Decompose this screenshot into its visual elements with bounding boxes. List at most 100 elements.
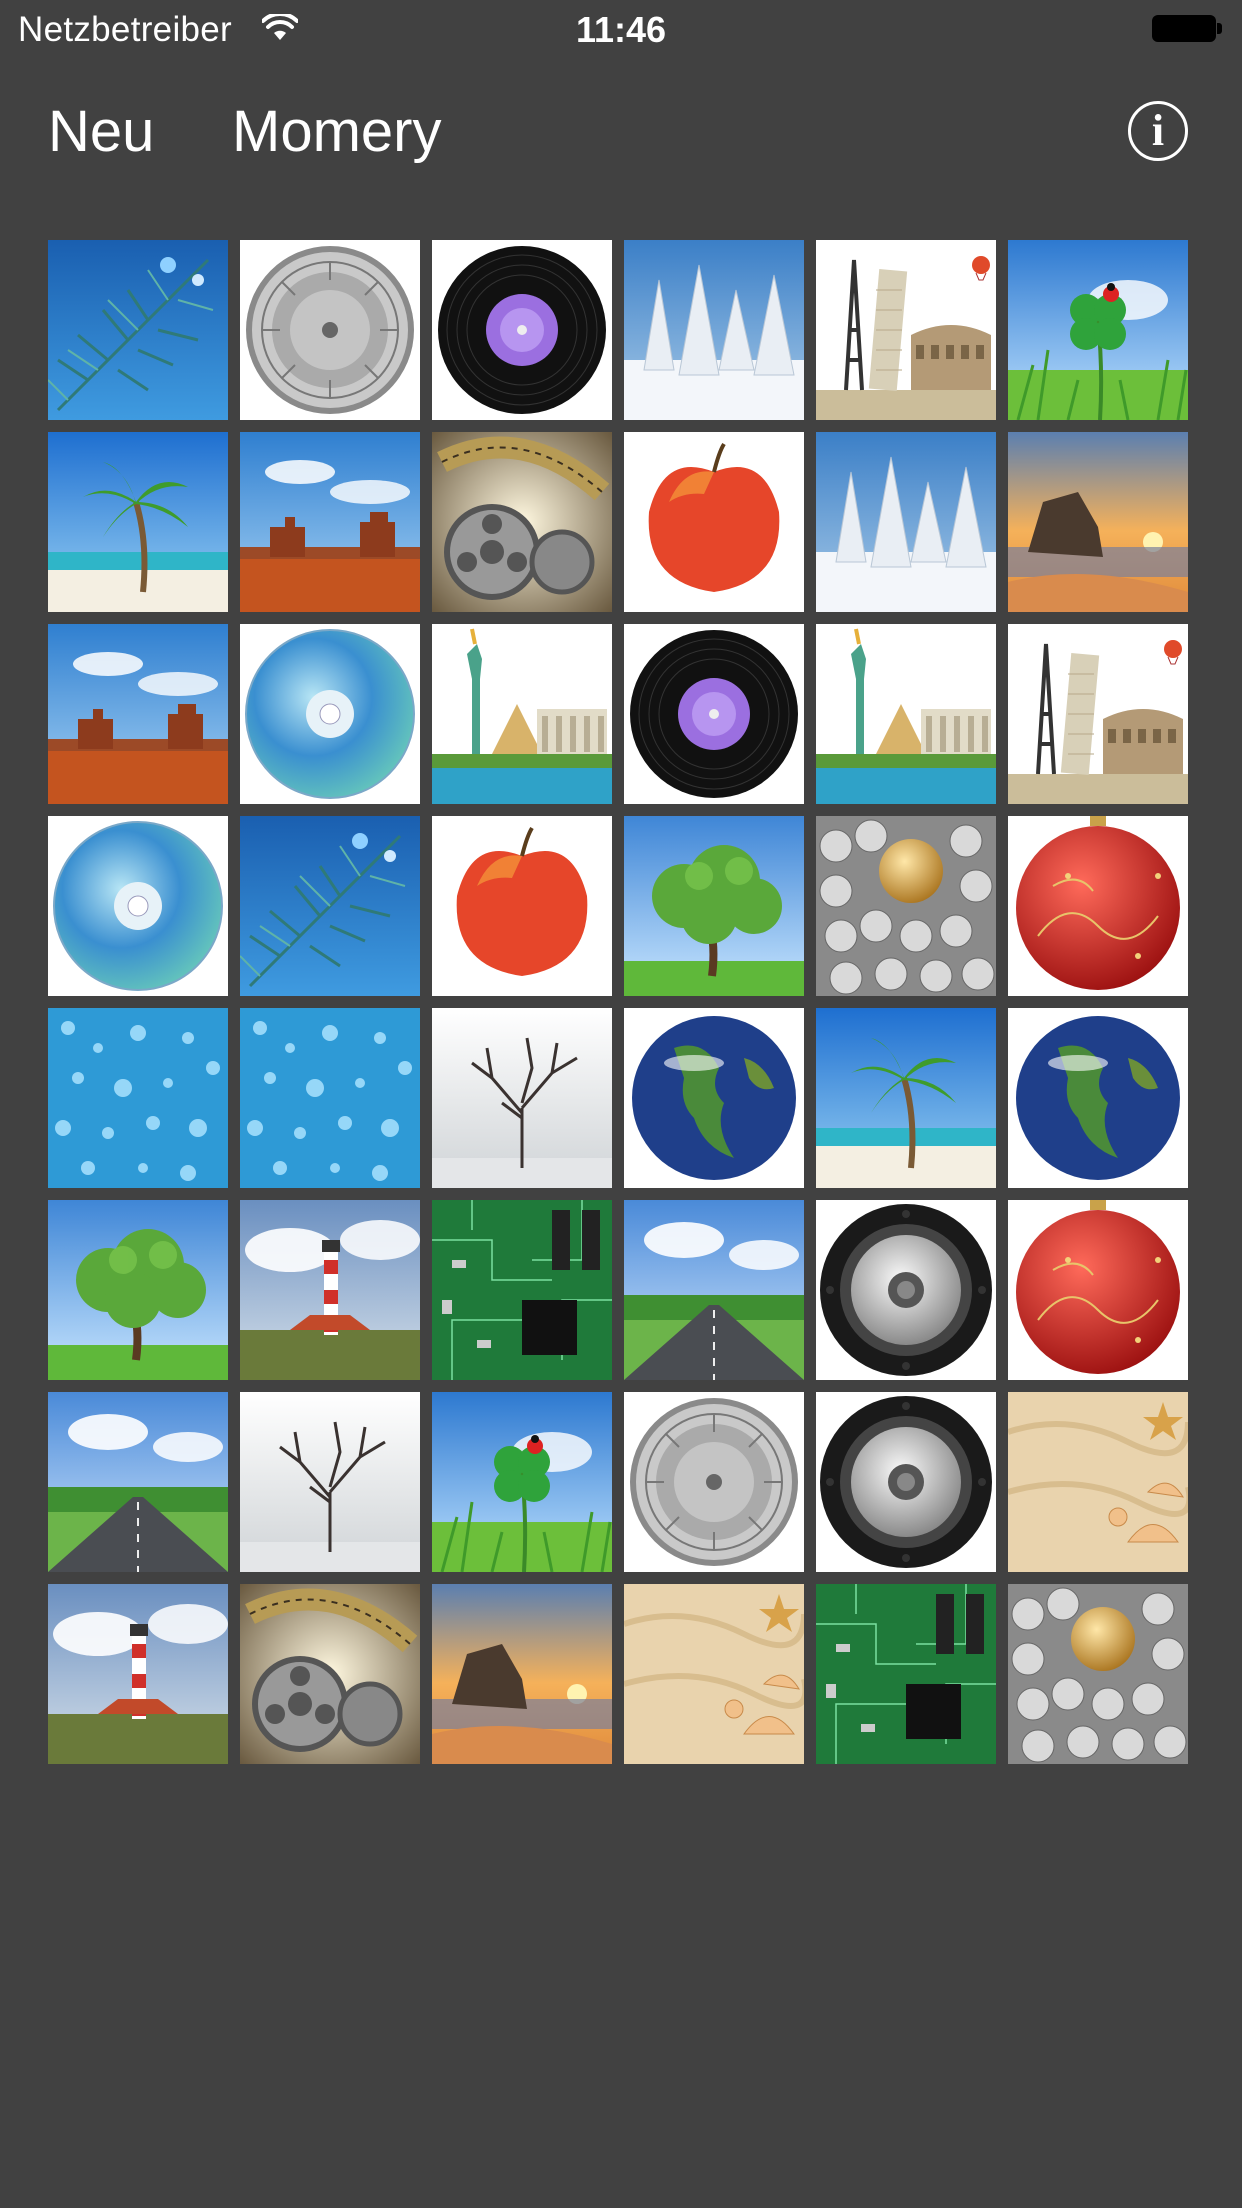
liberty-landmarks-icon	[816, 624, 996, 804]
memory-card[interactable]	[1008, 624, 1188, 804]
speaker-icon	[816, 1200, 996, 1380]
liberty-landmarks-icon	[432, 624, 612, 804]
film-reel-icon	[240, 1584, 420, 1764]
bare-winter-tree-icon	[432, 1008, 612, 1188]
red-apple-icon	[432, 816, 612, 996]
memory-card[interactable]	[816, 240, 996, 420]
sunset-coast-icon	[1008, 432, 1188, 612]
memory-card[interactable]	[48, 240, 228, 420]
memory-card[interactable]	[48, 1392, 228, 1572]
compact-disc-icon	[240, 624, 420, 804]
new-game-button[interactable]: Neu	[48, 98, 154, 165]
country-road-icon	[624, 1200, 804, 1380]
app-title: Momery	[232, 99, 442, 164]
info-icon: i	[1151, 106, 1165, 155]
memory-card[interactable]	[48, 816, 228, 996]
earth-globe-icon	[1008, 1008, 1188, 1188]
film-reel-icon	[432, 432, 612, 612]
clover-ladybug-icon	[1008, 240, 1188, 420]
circuit-board-icon	[816, 1584, 996, 1764]
memory-card[interactable]	[1008, 1392, 1188, 1572]
memory-card[interactable]	[816, 816, 996, 996]
memory-card[interactable]	[816, 1200, 996, 1380]
sand-shells-icon	[1008, 1392, 1188, 1572]
vinyl-record-icon	[432, 240, 612, 420]
vinyl-record-icon	[624, 624, 804, 804]
memory-card[interactable]	[240, 816, 420, 996]
memory-card[interactable]	[432, 1392, 612, 1572]
memory-card[interactable]	[432, 816, 612, 996]
speaker-icon	[816, 1392, 996, 1572]
earth-globe-icon	[624, 1008, 804, 1188]
snowy-trees-icon	[816, 432, 996, 612]
compact-disc-icon	[48, 816, 228, 996]
memory-card[interactable]	[240, 624, 420, 804]
memory-card[interactable]	[624, 1200, 804, 1380]
green-tree-icon	[48, 1200, 228, 1380]
memory-card[interactable]	[816, 432, 996, 612]
memory-card[interactable]	[432, 624, 612, 804]
memory-card[interactable]	[1008, 1200, 1188, 1380]
red-apple-icon	[624, 432, 804, 612]
memory-card[interactable]	[240, 1392, 420, 1572]
memory-card[interactable]	[432, 432, 612, 612]
circuit-board-icon	[432, 1200, 612, 1380]
memory-card[interactable]	[816, 624, 996, 804]
memory-card[interactable]	[624, 816, 804, 996]
world-landmarks-icon	[816, 240, 996, 420]
memory-card[interactable]	[48, 432, 228, 612]
memory-card[interactable]	[1008, 816, 1188, 996]
info-button[interactable]: i	[1128, 101, 1188, 161]
memory-card[interactable]	[48, 1200, 228, 1380]
memory-card[interactable]	[240, 432, 420, 612]
battery-icon	[1152, 15, 1222, 42]
memory-card[interactable]	[240, 1584, 420, 1764]
memory-card[interactable]	[432, 1200, 612, 1380]
memory-card[interactable]	[816, 1584, 996, 1764]
desert-monument-icon	[48, 624, 228, 804]
memory-card[interactable]	[240, 1008, 420, 1188]
zodiac-coin-icon	[624, 1392, 804, 1572]
zodiac-coin-icon	[240, 240, 420, 420]
memory-card[interactable]	[1008, 1584, 1188, 1764]
clover-ladybug-icon	[432, 1392, 612, 1572]
lighthouse-icon	[240, 1200, 420, 1380]
memory-card[interactable]	[48, 1008, 228, 1188]
silver-golden-spheres-icon	[816, 816, 996, 996]
memory-card[interactable]	[1008, 1008, 1188, 1188]
memory-card[interactable]	[432, 1584, 612, 1764]
memory-card[interactable]	[48, 624, 228, 804]
status-bar: Netzbetreiber 11:46	[0, 0, 1242, 60]
memory-card[interactable]	[1008, 432, 1188, 612]
sunset-coast-icon	[432, 1584, 612, 1764]
lighthouse-icon	[48, 1584, 228, 1764]
memory-card[interactable]	[240, 1200, 420, 1380]
memory-card[interactable]	[624, 240, 804, 420]
memory-card[interactable]	[624, 624, 804, 804]
memory-card[interactable]	[624, 1584, 804, 1764]
memory-card[interactable]	[240, 240, 420, 420]
desert-monument-icon	[240, 432, 420, 612]
memory-card[interactable]	[816, 1392, 996, 1572]
memory-card[interactable]	[432, 1008, 612, 1188]
clock: 11:46	[575, 9, 667, 50]
memory-card[interactable]	[432, 240, 612, 420]
green-tree-icon	[624, 816, 804, 996]
palm-beach-icon	[816, 1008, 996, 1188]
memory-card[interactable]	[1008, 240, 1188, 420]
bare-winter-tree-icon	[240, 1392, 420, 1572]
memory-card[interactable]	[624, 1392, 804, 1572]
memory-card[interactable]	[624, 432, 804, 612]
water-drops-icon	[48, 1008, 228, 1188]
pine-branch-icon	[240, 816, 420, 996]
sand-shells-icon	[624, 1584, 804, 1764]
red-christmas-ornament-icon	[1008, 816, 1188, 996]
red-christmas-ornament-icon	[1008, 1200, 1188, 1380]
memory-card[interactable]	[624, 1008, 804, 1188]
memory-card[interactable]	[48, 1584, 228, 1764]
water-drops-icon	[240, 1008, 420, 1188]
world-landmarks-icon	[1008, 624, 1188, 804]
country-road-icon	[48, 1392, 228, 1572]
palm-beach-icon	[48, 432, 228, 612]
memory-card[interactable]	[816, 1008, 996, 1188]
